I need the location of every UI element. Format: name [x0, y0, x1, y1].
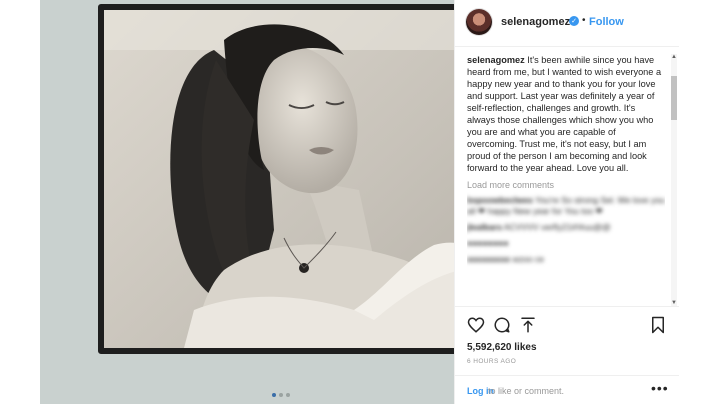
caption: selenagomez It's been awhile since you h… — [467, 54, 665, 174]
likes-count[interactable]: 5,592,620 likes — [467, 342, 537, 353]
follow-button[interactable]: Follow — [589, 16, 624, 28]
separator: • — [582, 15, 586, 26]
post-actions: 5,592,620 likes 6 HOURS AGO Log in to li… — [455, 306, 679, 405]
carousel-dot — [272, 393, 276, 397]
media-panel: › — [40, 0, 481, 404]
comment-icon[interactable] — [493, 316, 513, 336]
comment-text: ●●●●●●●● — [467, 238, 509, 248]
comment-username: xxxxxxxxx — [467, 254, 511, 264]
scrollbar[interactable]: ▲ ▼ — [671, 54, 677, 306]
verified-badge-icon: ✓ — [569, 16, 579, 26]
portrait-image — [104, 10, 462, 348]
caption-text: It's been awhile since you have heard fr… — [467, 55, 662, 173]
login-prompt-text: to like or comment. — [488, 386, 565, 396]
carousel-dot — [286, 393, 290, 397]
list-item: ●●●●●●●● — [467, 238, 665, 249]
comment-username: bspoowbeclwes — [467, 195, 533, 205]
post-header: selenagomez ✓ • Follow — [455, 0, 679, 47]
comment-username: jlealbars — [467, 222, 502, 232]
avatar[interactable] — [466, 9, 492, 35]
comment-text: wzoo ce — [512, 254, 544, 264]
caption-username[interactable]: selenagomez — [467, 55, 525, 65]
comments-list[interactable]: selenagomez It's been awhile since you h… — [467, 54, 665, 306]
post-sidebar: selenagomez ✓ • Follow selenagomez It's … — [454, 0, 679, 404]
share-icon[interactable] — [519, 316, 539, 336]
post-photo[interactable] — [98, 4, 468, 354]
scroll-thumb[interactable] — [671, 76, 677, 120]
bookmark-icon[interactable] — [649, 316, 669, 336]
list-item: jlealbars ACVVVV verfIy21#!#uu@@ — [467, 222, 665, 233]
login-prompt: Log in to like or comment. ••• — [455, 375, 679, 406]
username[interactable]: selenagomez — [501, 16, 570, 28]
load-more-comments-button[interactable]: Load more comments — [467, 180, 665, 190]
list-item: xxxxxxxxx wzoo ce — [467, 254, 665, 265]
more-options-icon[interactable]: ••• — [651, 380, 669, 396]
scroll-up-icon[interactable]: ▲ — [671, 54, 677, 60]
carousel-dot — [279, 393, 283, 397]
comment-text: ACVVVV verfIy21#!#uu@@ — [503, 222, 611, 232]
list-item: bspoowbeclwes You're So strong Sel. We l… — [467, 195, 665, 217]
heart-icon[interactable] — [467, 316, 487, 336]
carousel-dots — [272, 393, 290, 397]
timestamp: 6 HOURS AGO — [467, 358, 517, 365]
